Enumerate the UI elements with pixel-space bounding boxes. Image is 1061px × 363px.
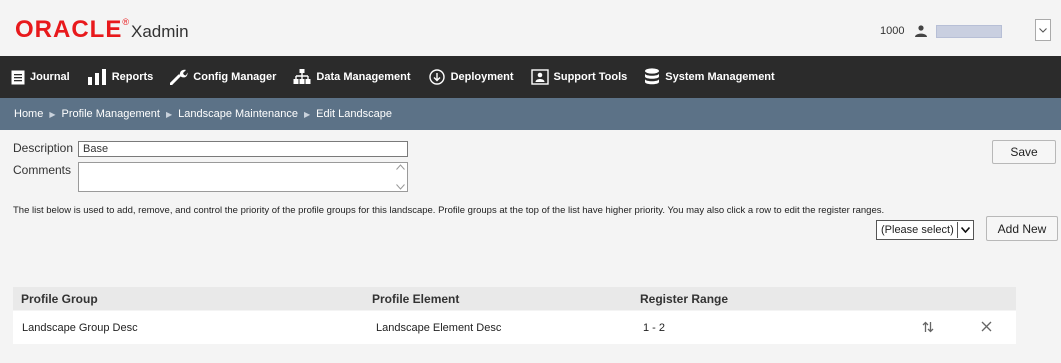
nav-label: Config Manager: [193, 71, 277, 83]
nav-deployment[interactable]: Deployment: [419, 56, 522, 98]
breadcrumb-separator-icon: ▶: [165, 109, 173, 119]
nav-label: Support Tools: [553, 71, 628, 83]
cell-profile-group: Landscape Group Desc: [22, 322, 138, 334]
description-label: Description: [13, 141, 74, 155]
breadcrumb-separator-icon: ▶: [49, 109, 56, 119]
comments-label: Comments: [13, 163, 72, 177]
nav-system-management[interactable]: System Management: [635, 56, 782, 98]
select-value: (Please select): [881, 224, 954, 236]
nav-label: Data Management: [316, 71, 411, 83]
textarea-scrollbar[interactable]: [394, 164, 406, 190]
breadcrumb-edit-landscape: Edit Landscape: [316, 108, 392, 120]
support-icon: [530, 69, 549, 85]
app-name: Xadmin: [131, 22, 189, 41]
chevron-down-icon: [1039, 27, 1047, 33]
nav-label: Deployment: [450, 71, 514, 83]
scroll-down-icon[interactable]: [395, 184, 405, 190]
save-button[interactable]: Save: [992, 140, 1056, 164]
select-arrow[interactable]: [957, 222, 972, 238]
database-icon: [645, 68, 660, 85]
nav-support-tools[interactable]: Support Tools: [522, 56, 636, 98]
table-header: Profile Group Profile Element Register R…: [13, 287, 1016, 310]
chevron-down-icon: [960, 227, 970, 233]
nav-label: Journal: [30, 71, 70, 83]
nav-reports[interactable]: Reports: [78, 56, 162, 98]
user-icon: [915, 25, 927, 37]
nav-label: Reports: [111, 71, 154, 83]
user-name-field: [936, 25, 1002, 38]
oracle-logo: ORACLE®: [15, 16, 130, 43]
info-text: The list below is used to add, remove, a…: [13, 205, 885, 216]
nav-journal[interactable]: Journal: [0, 56, 78, 98]
scroll-up-icon[interactable]: [395, 164, 405, 170]
breadcrumb-home[interactable]: Home: [14, 108, 43, 120]
reorder-icon[interactable]: [922, 321, 934, 333]
comments-textarea[interactable]: [78, 162, 408, 192]
cell-register-range: 1 - 2: [643, 322, 666, 334]
breadcrumb-separator-icon: ▶: [303, 109, 311, 119]
nav-data-management[interactable]: Data Management: [284, 56, 418, 98]
logo-text: ORACLE: [15, 16, 123, 43]
table-row[interactable]: Landscape Group Desc Landscape Element D…: [13, 311, 1016, 344]
journal-icon: [11, 70, 25, 84]
column-header-register-range: Register Range: [640, 292, 729, 306]
column-header-profile-group: Profile Group: [21, 292, 98, 306]
user-menu-button[interactable]: [1035, 19, 1051, 41]
breadcrumb-profile-management[interactable]: Profile Management: [62, 108, 160, 120]
add-new-button[interactable]: Add New: [986, 216, 1058, 241]
close-icon[interactable]: [981, 321, 992, 332]
profile-group-select[interactable]: (Please select): [876, 220, 974, 240]
cloud-download-icon: [428, 69, 445, 85]
nav-config-manager[interactable]: Config Manager: [161, 56, 284, 98]
breadcrumb-landscape-maintenance[interactable]: Landscape Maintenance: [178, 108, 298, 120]
reports-icon: [87, 69, 106, 85]
hierarchy-icon: [293, 69, 311, 84]
store-number: 1000: [880, 25, 905, 37]
top-header: ORACLE® Xadmin 1000: [0, 0, 1061, 56]
wrench-icon: [170, 69, 188, 85]
nav-label: System Management: [665, 71, 775, 83]
cell-profile-element: Landscape Element Desc: [376, 322, 502, 334]
breadcrumb: Home ▶ Profile Management ▶ Landscape Ma…: [0, 98, 1061, 130]
description-input[interactable]: Base: [78, 141, 408, 157]
app-window: ORACLE® Xadmin 1000 Journal Reports Conf…: [0, 0, 1061, 363]
main-nav: Journal Reports Config Manager Data Mana…: [0, 56, 1061, 98]
column-header-profile-element: Profile Element: [372, 292, 460, 306]
